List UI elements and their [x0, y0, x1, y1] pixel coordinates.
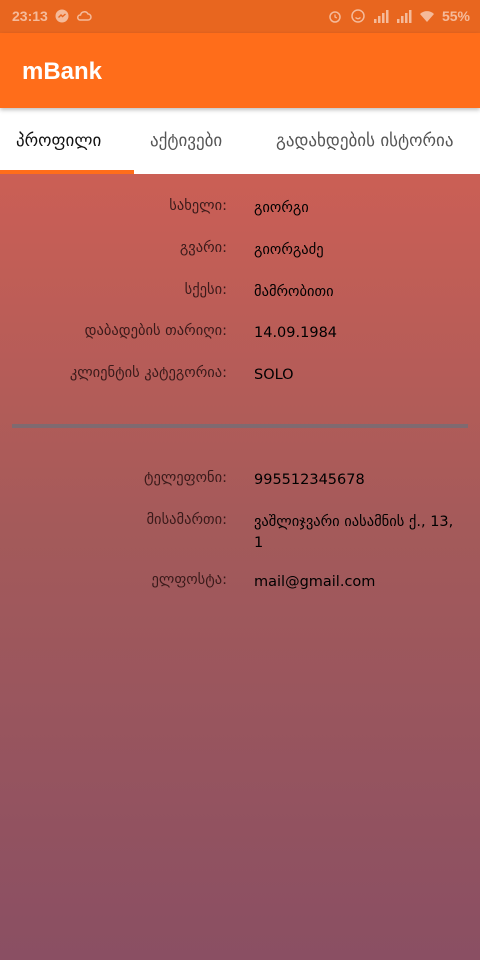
active-tab-indicator — [0, 170, 134, 174]
field-label: სახელი: — [169, 198, 227, 214]
tab-payment-history[interactable]: გადახდების ისტორია — [276, 108, 453, 174]
signal-icon — [373, 10, 389, 23]
field-value: SOLO — [254, 367, 294, 383]
wifi-icon — [419, 11, 434, 22]
field-value: 995512345678 — [254, 472, 365, 488]
field-label: ელფოსტა: — [151, 572, 227, 588]
field-value: გიორგაძე — [254, 242, 324, 258]
battery-percent: 55% — [441, 8, 470, 24]
messenger-icon — [55, 9, 69, 23]
app-title: mBank — [22, 58, 103, 85]
field-label: დაბადების თარიღი: — [84, 323, 227, 339]
section-divider — [12, 424, 468, 428]
field-label: სქესი: — [184, 282, 227, 298]
signal-icon-2 — [396, 10, 412, 23]
field-label: კლიენტის კატეგორია: — [69, 365, 227, 381]
profile-panel: სახელი: გიორგი გვარი: გიორგაძე სქესი: მა… — [0, 174, 480, 960]
alarm-icon — [329, 11, 341, 23]
field-label: ტელეფონი: — [144, 470, 227, 486]
status-bar: 23:13 55% — [0, 0, 480, 33]
field-value: mail@gmail.com — [254, 574, 376, 590]
face-icon — [351, 9, 365, 23]
tab-profile[interactable]: პროფილი — [16, 108, 101, 174]
field-label: გვარი: — [179, 240, 227, 256]
field-value: ვაშლიჯვარი იასამნის ქ., 13, 1 — [254, 514, 454, 551]
field-label: მისამართი: — [146, 512, 227, 528]
field-value: 14.09.1984 — [254, 325, 338, 341]
tab-assets[interactable]: აქტივები — [150, 108, 222, 174]
status-time: 23:13 — [12, 8, 48, 24]
cloud-icon — [76, 11, 92, 21]
field-value: გიორგი — [254, 200, 309, 216]
field-value: მამრობითი — [254, 284, 334, 300]
app-bar: mBank — [0, 33, 480, 108]
tab-bar: პროფილი აქტივები გადახდების ისტორია — [0, 108, 480, 174]
